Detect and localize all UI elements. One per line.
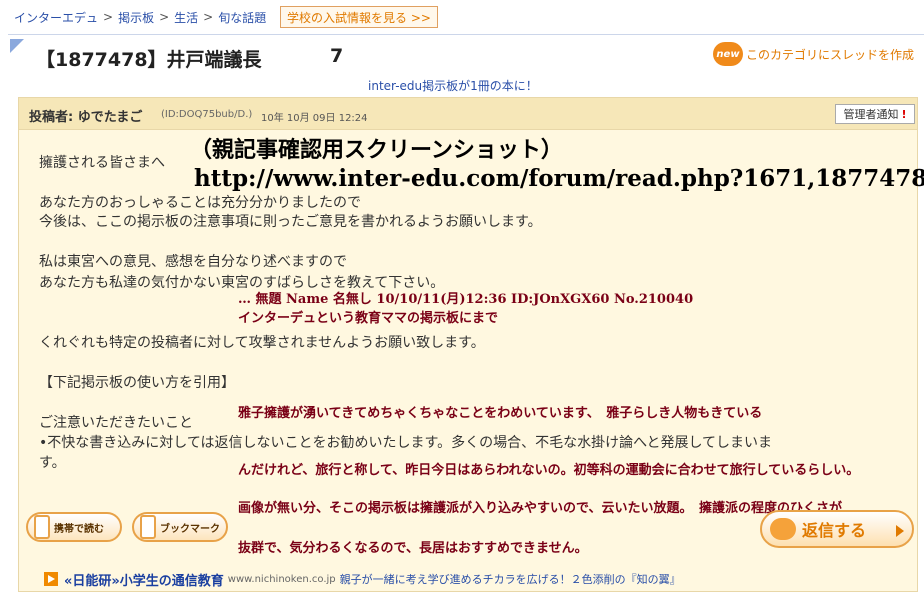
breadcrumb-separator: >	[203, 10, 214, 24]
breadcrumb-life[interactable]: 生活	[174, 9, 198, 26]
read-on-mobile-button[interactable]: 携帯で読む	[26, 512, 122, 542]
speech-bubble-icon	[770, 518, 796, 540]
post-header: 投稿者: ゆでたまご (ID:DOQ75bub/D.) 10年 10月 09日 …	[19, 98, 917, 130]
overlay-quote-header: … 無題 Name 名無し 10/10/11(月)12:36 ID:JOnXGX…	[238, 292, 694, 307]
admin-notify-label: 管理者通知	[843, 108, 899, 121]
ad-title[interactable]: «日能研»小学生の通信教育	[64, 570, 224, 589]
thread-title-bar: 【1877478】井戸端議長 7 new このカテゴリにスレッドを作成	[8, 34, 924, 74]
new-thread-label: このカテゴリにスレッドを作成	[746, 47, 915, 62]
reply-label: 返信する	[802, 521, 867, 540]
overlay-comment-line: 画像が無い分、そこの掲示板は擁護派が入り込みやすいので、云いたい放題。 擁護派の…	[238, 501, 842, 516]
exclamation-icon: !	[901, 107, 907, 121]
thread-title: 【1877478】井戸端議長	[36, 49, 262, 71]
poster-id: (ID:DOQ75bub/D.)	[161, 109, 253, 120]
overlay-heading: （親記事確認用スクリーンショット）	[190, 137, 563, 163]
sponsored-ad[interactable]: «日能研»小学生の通信教育 www.nichinoken.co.jp 親子が一緒…	[44, 570, 681, 589]
read-on-mobile-label: 携帯で読む	[54, 523, 104, 535]
book-link[interactable]: inter-edu掲示板が1冊の本に！	[368, 77, 538, 94]
mobile-phone-icon	[34, 515, 50, 539]
poster-name: 投稿者: ゆでたまご	[29, 110, 143, 125]
post-line: す。	[39, 455, 66, 471]
breadcrumb-topic[interactable]: 旬な話題	[218, 9, 266, 26]
overlay-url: http://www.inter-edu.com/forum/read.php?…	[194, 165, 924, 192]
ad-url: www.nichinoken.co.jp	[227, 573, 336, 585]
admin-notify-button[interactable]: 管理者通知!	[835, 104, 915, 124]
bookmark-label: ブックマーク	[160, 523, 220, 535]
new-thread-button[interactable]: new このカテゴリにスレッドを作成	[713, 41, 924, 67]
post-line: くれぐれも特定の投稿者に対して攻撃されませんようお願い致します。	[39, 335, 485, 351]
post-line: 【下記掲示板の使い方を引用】	[39, 375, 235, 391]
ad-description: 親子が一緒に考え学び進めるチカラを広げる！２色添削の『知の翼』	[339, 573, 681, 586]
post-line: •不快な書き込みに対しては返信しないことをお勧めいたします。多くの場合、不毛な水…	[39, 435, 773, 451]
reply-button[interactable]: 返信する	[760, 510, 914, 548]
school-info-button[interactable]: 学校の入試情報を見る >>	[280, 6, 438, 28]
breadcrumb-home[interactable]: インターエデュ	[14, 9, 98, 26]
breadcrumb-separator: >	[159, 10, 170, 24]
breadcrumb: インターエデュ > 掲示板 > 生活 > 旬な話題	[14, 8, 266, 26]
new-badge-icon: new	[713, 42, 743, 66]
post-date: 10年 10月 09日 12:24	[261, 113, 368, 124]
overlay-comment-line: 雅子擁護が湧いてきてめちゃくちゃなことをわめいています、 雅子らしき人物もきてい…	[238, 406, 763, 421]
overlay-comment-line: んだけれど、旅行と称して、昨日今日はあらわれないの。初等科の運動会に合わせて旅行…	[238, 463, 860, 478]
post-line: あなた方のおっしゃることは充分分かりましたので	[39, 195, 361, 211]
bookmark-button[interactable]: ブックマーク	[132, 512, 228, 542]
overlay-comment-line: 抜群で、気分わるくなるので、長居はおすすめできません。	[238, 541, 588, 556]
overlay-quote-line: インターデュという教育ママの掲示板にまで	[238, 311, 499, 326]
post-line: 私は東宮への意見、感想を自分なり述べますので	[39, 254, 347, 270]
breadcrumb-separator: >	[103, 10, 114, 24]
post-line: 今後は、ここの掲示板の注意事項に則ったご意見を書かれるようお願いします。	[39, 214, 542, 230]
post-line: ご注意いただきたいこと	[39, 415, 193, 431]
arrow-right-icon	[896, 525, 904, 537]
thread-reply-count: 7	[330, 45, 344, 67]
breadcrumb-board[interactable]: 掲示板	[118, 9, 154, 26]
play-arrow-icon	[44, 572, 58, 586]
post-line: 擁護される皆さまへ	[39, 155, 165, 171]
title-corner-icon	[10, 39, 24, 53]
bookmark-icon	[140, 515, 156, 539]
